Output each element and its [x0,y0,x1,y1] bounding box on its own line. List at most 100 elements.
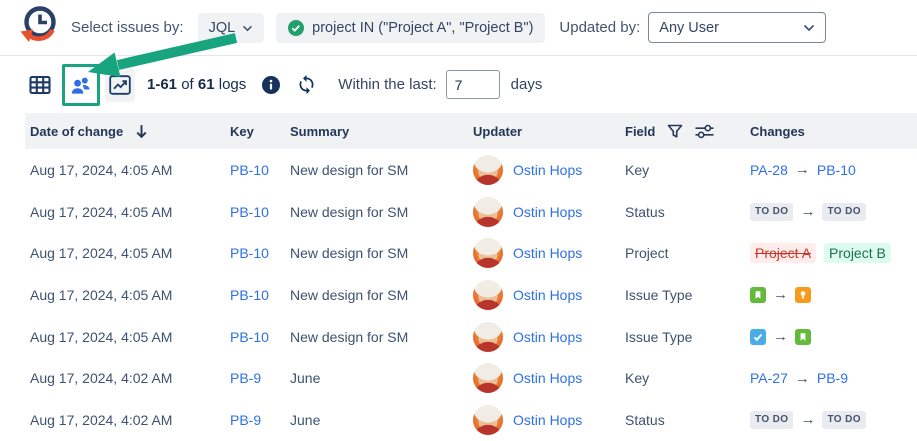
table-header: Date of change Key Summary Updater Field… [25,113,917,149]
updater-cell: Ostin Hops [473,363,625,393]
avatar [473,238,503,268]
changes-cell: TO DO→TO DO [750,411,917,429]
updater-cell: Ostin Hops [473,280,625,310]
field-name: Key [625,162,750,178]
change-to-link[interactable]: PB-9 [817,370,848,386]
updated-by-select[interactable]: Any User [648,12,826,43]
avatar [473,280,503,310]
issue-key-link[interactable]: PB-10 [230,245,269,261]
change-date: Aug 17, 2024, 4:05 AM [30,204,230,220]
updater-link[interactable]: Ostin Hops [513,370,582,386]
change-arrow-icon: → [795,371,810,386]
header-date[interactable]: Date of change [30,124,230,139]
table-row: Aug 17, 2024, 4:05 AMPB-10New design for… [25,232,917,274]
updated-by-label: Updated by: [559,19,640,36]
avatar [473,155,503,185]
status-badge: TO DO [822,411,865,429]
issue-key-link[interactable]: PB-9 [230,412,261,428]
issue-summary: New design for SM [290,162,473,178]
changes-cell: TO DO → TO DO [750,203,917,221]
issue-summary: New design for SM [290,329,473,345]
change-arrow-icon: → [800,204,815,219]
info-button[interactable] [261,75,281,95]
updater-link[interactable]: Ostin Hops [513,204,582,220]
info-icon [261,75,281,95]
table-row: Aug 17, 2024, 4:05 AMPB-10New design for… [25,274,917,316]
issue-key-link[interactable]: PB-10 [230,162,269,178]
user-view-button[interactable] [66,68,96,102]
updated-by-value: Any User [659,20,719,36]
change-arrow-icon: → [773,287,788,302]
jql-query-text: project IN ("Project A", "Project B") [312,20,533,36]
header-changes: Changes [750,124,917,139]
updater-cell: Ostin Hops [473,238,625,268]
issuetype-task-icon [750,329,766,345]
table-row: Aug 17, 2024, 4:05 AMPB-10New design for… [25,149,917,191]
updater-link[interactable]: Ostin Hops [513,162,582,178]
change-date: Aug 17, 2024, 4:05 AM [30,329,230,345]
status-badge: TO DO [750,203,793,221]
avatar [473,322,503,352]
refresh-button[interactable] [296,74,317,95]
status-badge: TO DO [750,411,793,429]
updater-link[interactable]: Ostin Hops [513,412,582,428]
within-last-label: Within the last: [338,76,436,93]
issuetype-story-icon [795,329,811,345]
change-date: Aug 17, 2024, 4:02 AM [30,412,230,428]
status-badge: TO DO [822,203,865,221]
jql-dropdown[interactable]: JQL [198,13,265,43]
users-icon [70,75,92,95]
updater-cell: Ostin Hops [473,322,625,352]
change-date: Aug 17, 2024, 4:05 AM [30,287,230,303]
header-key: Key [230,124,290,139]
trend-chart-icon [109,75,131,95]
field-name: Status [625,412,750,428]
header-field: Field [625,124,750,139]
updater-cell: Ostin Hops [473,197,625,227]
field-name: Status [625,204,750,220]
column-settings-icon[interactable] [695,124,714,139]
filter-icon[interactable] [667,124,683,139]
change-arrow-icon: → [773,329,788,344]
issue-key-link[interactable]: PB-10 [230,329,269,345]
logs-count: 1-61 of 61 logs [147,76,246,93]
table-body: Aug 17, 2024, 4:05 AMPB-10New design for… [25,149,917,441]
sort-descending-icon[interactable] [135,124,148,139]
issue-key-link[interactable]: PB-10 [230,287,269,303]
table-grid-icon [29,75,51,95]
header-summary: Summary [290,124,473,139]
table-view-button[interactable] [25,68,55,102]
issue-summary: New design for SM [290,204,473,220]
updater-link[interactable]: Ostin Hops [513,329,582,345]
annotation-highlight-box [62,64,100,106]
change-date: Aug 17, 2024, 4:05 AM [30,162,230,178]
days-label: days [511,76,543,93]
change-arrow-icon: → [795,162,810,177]
removed-value: Project A [750,243,816,263]
change-to-link[interactable]: PB-10 [817,162,856,178]
field-name: Key [625,370,750,386]
updater-cell: Ostin Hops [473,155,625,185]
app-logo-history-icon [14,2,61,55]
field-name: Issue Type [625,329,750,345]
updater-cell: Ostin Hops [473,405,625,435]
issue-key-link[interactable]: PB-9 [230,370,261,386]
updater-link[interactable]: Ostin Hops [513,287,582,303]
toolbar: 1-61 of 61 logs Within the last: days [0,56,917,113]
chart-view-button[interactable] [105,68,135,102]
added-value: Project B [824,243,891,263]
issue-key-link[interactable]: PB-10 [230,204,269,220]
table-row: Aug 17, 2024, 4:05 AMPB-10 New design for… [25,191,917,233]
within-days-input[interactable] [446,70,500,99]
jql-query-chip[interactable]: project IN ("Project A", "Project B") [276,13,545,43]
header-updater: Updater [473,124,625,139]
chevron-down-icon [242,20,253,36]
change-from-link[interactable]: PA-28 [750,162,788,178]
issuetype-idea-icon [795,287,811,303]
avatar [473,363,503,393]
field-name: Project [625,245,750,261]
change-date: Aug 17, 2024, 4:02 AM [30,370,230,386]
change-from-link[interactable]: PA-27 [750,370,788,386]
issuetype-story-icon [750,287,766,303]
updater-link[interactable]: Ostin Hops [513,245,582,261]
